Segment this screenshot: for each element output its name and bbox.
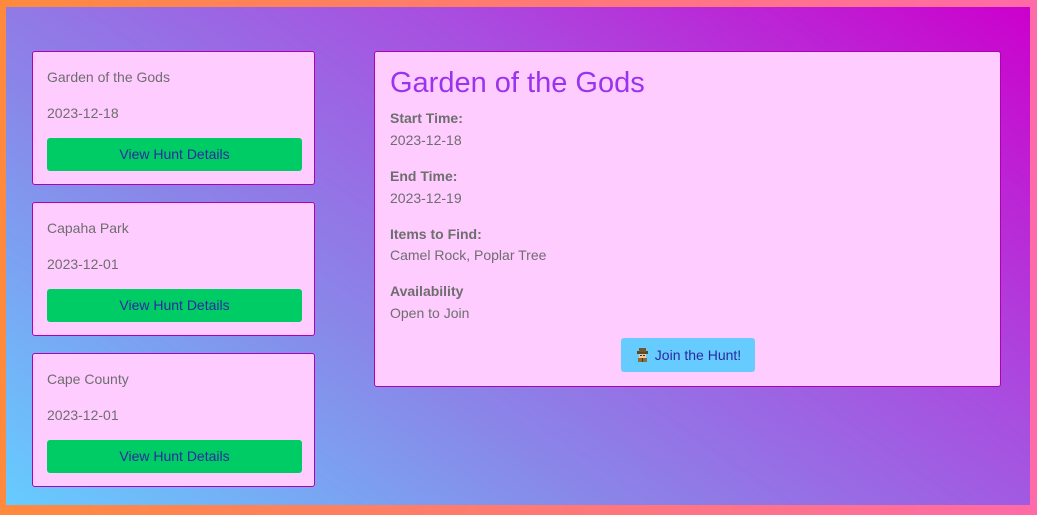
hunt-date: 2023-12-01 (47, 407, 119, 423)
end-time-label: End Time: (390, 168, 458, 184)
start-time-value: 2023-12-18 (390, 132, 462, 148)
hunt-card: Capaha Park 2023-12-01 View Hunt Details (32, 202, 315, 336)
availability-value: Open to Join (390, 305, 470, 321)
app-background: Garden of the Gods 2023-12-18 View Hunt … (6, 7, 1030, 505)
end-time-value: 2023-12-19 (390, 190, 462, 206)
view-hunt-details-button[interactable]: View Hunt Details (47, 289, 302, 322)
hunt-name: Cape County (47, 371, 129, 387)
hunt-detail-panel: Garden of the Gods Start Time: 2023-12-1… (374, 51, 1001, 387)
detective-icon (635, 340, 650, 362)
hunt-card: Garden of the Gods 2023-12-18 View Hunt … (32, 51, 315, 185)
hunt-name: Capaha Park (47, 220, 129, 236)
availability-label: Availability (390, 283, 464, 299)
hunt-card: Cape County 2023-12-01 View Hunt Details (32, 353, 315, 487)
hunt-date: 2023-12-18 (47, 105, 119, 121)
hunt-date: 2023-12-01 (47, 256, 119, 272)
view-hunt-details-button[interactable]: View Hunt Details (47, 138, 302, 171)
join-hunt-label: Join the Hunt! (654, 347, 742, 363)
hunt-name: Garden of the Gods (47, 69, 170, 85)
items-to-find-label: Items to Find: (390, 226, 482, 242)
join-hunt-button[interactable]: Join the Hunt! (621, 338, 755, 372)
view-hunt-details-button[interactable]: View Hunt Details (47, 440, 302, 473)
items-to-find-value: Camel Rock, Poplar Tree (390, 247, 547, 263)
start-time-label: Start Time: (390, 110, 463, 126)
hunt-detail-title: Garden of the Gods (390, 67, 645, 99)
